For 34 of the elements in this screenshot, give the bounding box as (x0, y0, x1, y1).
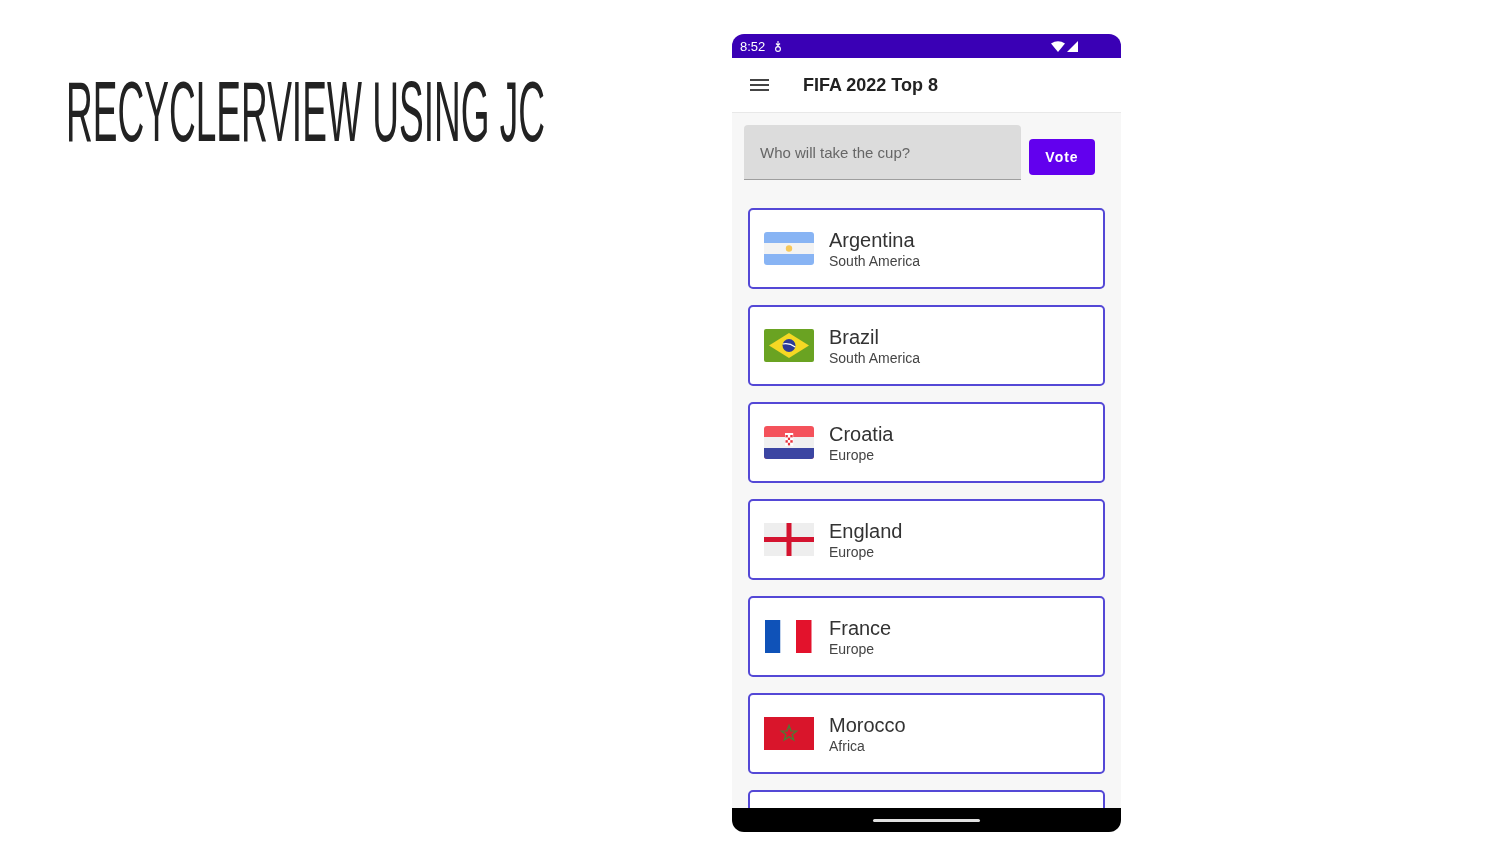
country-name: Croatia (829, 421, 894, 446)
region-label: Africa (829, 736, 866, 755)
country-card[interactable]: Argentina South America (748, 208, 1105, 289)
flag-icon (764, 232, 814, 265)
input-field[interactable]: Who will take the cup? (744, 125, 1021, 180)
country-card[interactable]: Croatia Europe (748, 402, 1105, 483)
notification-icon (774, 40, 783, 52)
region-label: Europe (829, 445, 876, 464)
country-name: Argentina (829, 227, 916, 252)
flag-icon (764, 426, 814, 459)
country-name: Brazil (829, 324, 880, 349)
flag-icon (764, 620, 814, 653)
region-label: South America (829, 251, 921, 270)
flag-icon (764, 329, 814, 362)
country-card[interactable]: France Europe (748, 596, 1105, 677)
country-name: France (829, 615, 892, 640)
country-name: England (829, 518, 903, 543)
country-card[interactable]: England Europe (748, 499, 1105, 580)
country-name: Morocco (829, 712, 906, 737)
menu-icon[interactable] (750, 79, 769, 91)
country-card[interactable]: Morocco Africa (748, 693, 1105, 774)
vote-button[interactable]: Vote (1029, 139, 1095, 175)
home-indicator[interactable] (873, 818, 980, 822)
flag-icon (764, 717, 814, 750)
region-label: Europe (829, 542, 876, 561)
slide-title: RECYCLERVIEW USING JC (66, 69, 546, 154)
wifi-icon (1051, 40, 1065, 52)
region-label: South America (829, 348, 921, 367)
flag-icon (764, 523, 814, 556)
status-time: 8:52 (740, 38, 766, 54)
signal-icon (1067, 40, 1078, 52)
app-bar-title: FIFA 2022 Top 8 (803, 74, 939, 96)
country-card[interactable]: Brazil South America (748, 305, 1105, 386)
region-label: Europe (829, 639, 876, 658)
